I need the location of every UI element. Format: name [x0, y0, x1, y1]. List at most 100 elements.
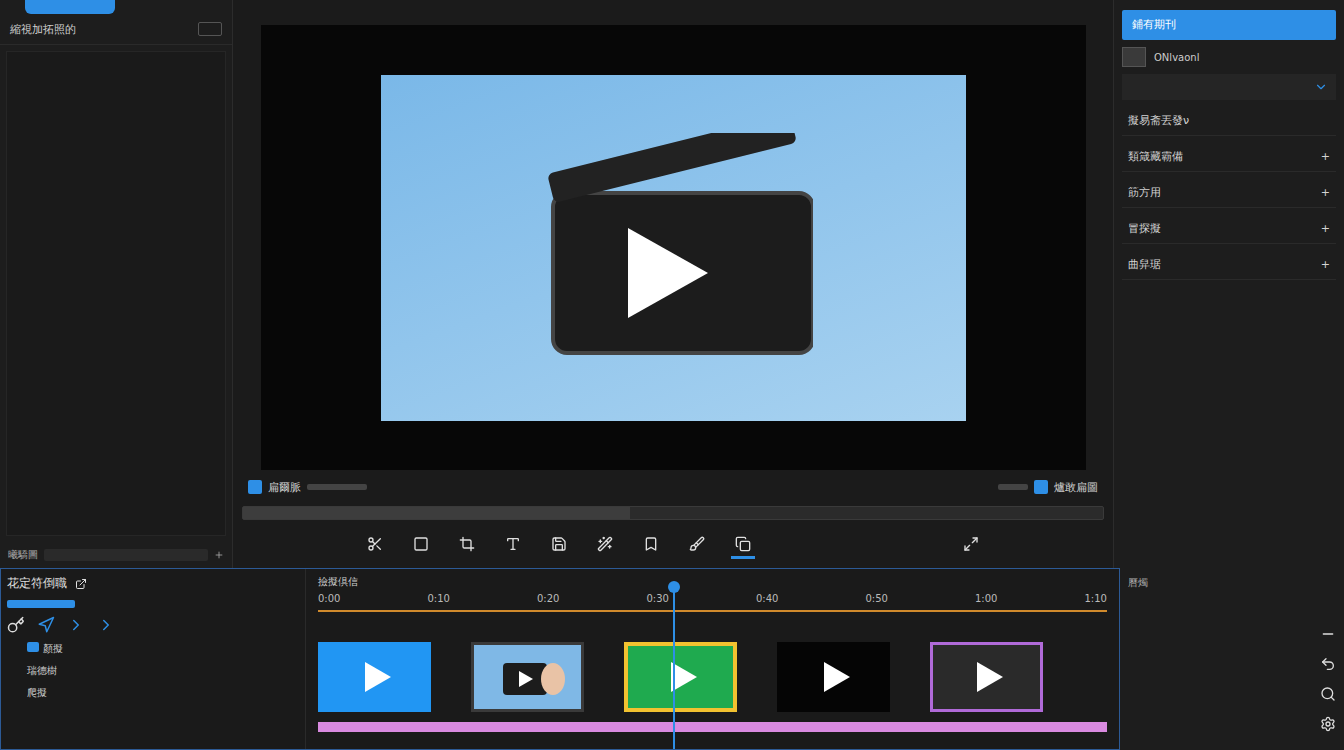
clip[interactable]: [777, 642, 890, 712]
edit-toolbar: [363, 532, 983, 559]
preview-canvas: [261, 25, 1086, 470]
fullscreen-icon: [963, 536, 979, 552]
media-list: [6, 51, 226, 536]
marker-icon: [1034, 480, 1048, 494]
tool-button[interactable]: [685, 532, 709, 559]
play-icon: [814, 657, 854, 697]
track-label: 瑞德樹: [7, 664, 299, 678]
minus-icon[interactable]: [1320, 626, 1336, 642]
ruler-tick: 0:10: [428, 593, 450, 604]
preview-right-label: 爐敢扁圖: [1054, 480, 1098, 495]
inspector-item-label: 冒探擬: [1128, 221, 1161, 236]
timeline-title: 花定符倒職: [7, 575, 67, 592]
info-dash: [307, 484, 367, 490]
ruler-tick: 1:10: [1085, 593, 1107, 604]
marker-icon: [248, 480, 262, 494]
media-panel: 縮視加拓照的曦驕圖: [0, 0, 233, 568]
undo-icon[interactable]: [1320, 656, 1336, 672]
playhead-knob[interactable]: [668, 581, 680, 593]
tracks: 撿擬倶信0:000:100:200:300:400:501:001:10: [306, 569, 1119, 749]
inspector-item-action[interactable]: +: [1321, 186, 1330, 199]
clip[interactable]: [624, 642, 737, 712]
navigate-icon[interactable]: [37, 616, 55, 634]
inspector-item-action[interactable]: +: [1321, 150, 1330, 163]
inspector-item[interactable]: 類箴藏霸備 +: [1122, 142, 1336, 172]
footer-field[interactable]: [44, 549, 208, 561]
tool-icon: [643, 536, 659, 552]
inspector-select[interactable]: [1122, 74, 1336, 100]
ruler-tick: 0:50: [866, 593, 888, 604]
fullscreen-button[interactable]: [959, 532, 983, 559]
settings-icon[interactable]: [1320, 716, 1336, 732]
scrub-fill: [243, 507, 630, 519]
tool-icon: [367, 536, 383, 552]
tool-button[interactable]: [363, 532, 387, 559]
tool-button[interactable]: [639, 532, 663, 559]
toggle-icon[interactable]: [198, 22, 222, 36]
search-icon[interactable]: [1320, 686, 1336, 702]
panel-tab[interactable]: [25, 0, 115, 14]
inspector-item-label: 筯方用: [1128, 185, 1161, 200]
inspector-item[interactable]: 筯方用 +: [1122, 178, 1336, 208]
timeline: 花定符倒職顏擬瑞德樹爬擬撿擬倶信0:000:100:200:300:400:50…: [0, 568, 1120, 750]
swatch[interactable]: [1122, 47, 1146, 67]
preview-area: 扁爾脈 爐敢扁圖: [233, 0, 1113, 568]
ruler-tick: 0:00: [318, 593, 340, 604]
inspector-item[interactable]: 曲舁琚 +: [1122, 250, 1336, 280]
info-dash: [998, 484, 1028, 490]
inspector-item[interactable]: 冒探擬 +: [1122, 214, 1336, 244]
tool-icon: [689, 536, 705, 552]
tool-icon: [551, 536, 567, 552]
timeline-title-row: 花定符倒職: [7, 575, 299, 592]
tool-button[interactable]: [593, 532, 617, 559]
inspector-item-label: 類箴藏霸備: [1128, 149, 1183, 164]
forward-icon[interactable]: [97, 616, 115, 634]
track-label: 顏擬: [7, 642, 299, 656]
key-icon[interactable]: [7, 616, 25, 634]
tool-button[interactable]: [455, 532, 479, 559]
plus-icon[interactable]: [214, 550, 224, 560]
video-editor: 縮視加拓照的曦驕圖扁爾脈 爐敢扁圖 鋪有期刊 ONlvaonl 擬易斋丟發ν 類箴藏霸備 +…: [0, 0, 1344, 750]
inspector-header[interactable]: 鋪有期刊: [1122, 10, 1336, 40]
inspector-item-label: 擬易斋丟發ν: [1128, 113, 1189, 128]
tool-button[interactable]: [409, 532, 433, 559]
preview-info: 扁爾脈 爐敢扁圖: [248, 478, 1098, 496]
track-header: 花定符倒職顏擬瑞德樹爬擬: [1, 569, 306, 749]
inspector-item-label: 曲舁琚: [1128, 257, 1161, 272]
ruler-tick: 0:40: [756, 593, 778, 604]
inspector-item-action[interactable]: +: [1321, 258, 1330, 271]
tool-icon: [459, 536, 475, 552]
scrub-bar[interactable]: [242, 506, 1104, 520]
tool-icon: [597, 536, 613, 552]
bottom-right-label: 曆燭: [1128, 577, 1148, 588]
tool-icon: [735, 536, 751, 552]
track-selector[interactable]: [7, 600, 75, 608]
play-icon: [355, 657, 395, 697]
ruler-title: 撿擬倶信: [318, 575, 1107, 591]
ruler-tick: 1:00: [975, 593, 997, 604]
audio-track[interactable]: [318, 722, 1107, 732]
clip[interactable]: [471, 642, 584, 712]
inspector-item-action[interactable]: +: [1321, 222, 1330, 235]
preview-frame: [381, 75, 966, 421]
play-icon: [661, 657, 701, 697]
chevron-icon: [1314, 80, 1328, 94]
inspector-item[interactable]: 擬易斋丟發ν: [1122, 106, 1336, 136]
preview-right-info: 爐敢扁圖: [998, 480, 1098, 495]
ruler-tick: 0:30: [647, 593, 669, 604]
open-icon[interactable]: [75, 578, 87, 590]
clip[interactable]: [930, 642, 1043, 712]
preview-left-info: 扁爾脈: [248, 480, 367, 495]
playhead[interactable]: [673, 587, 675, 749]
ruler[interactable]: 0:000:100:200:300:400:501:001:10: [318, 591, 1107, 606]
next-icon[interactable]: [67, 616, 85, 634]
tool-icon: [505, 536, 521, 552]
tool-button[interactable]: [547, 532, 571, 559]
media-panel-header: 縮視加拓照的: [0, 14, 232, 45]
clip[interactable]: [318, 642, 431, 712]
inspector-field-row: ONlvaonl: [1122, 46, 1336, 68]
inspector-panel: 鋪有期刊 ONlvaonl 擬易斋丟發ν 類箴藏霸備 + 筯方用 + 冒探擬 + 曲舁琚 +: [1113, 0, 1344, 568]
tool-button[interactable]: [731, 532, 755, 559]
tool-button[interactable]: [501, 532, 525, 559]
side-tools: [1320, 576, 1336, 742]
